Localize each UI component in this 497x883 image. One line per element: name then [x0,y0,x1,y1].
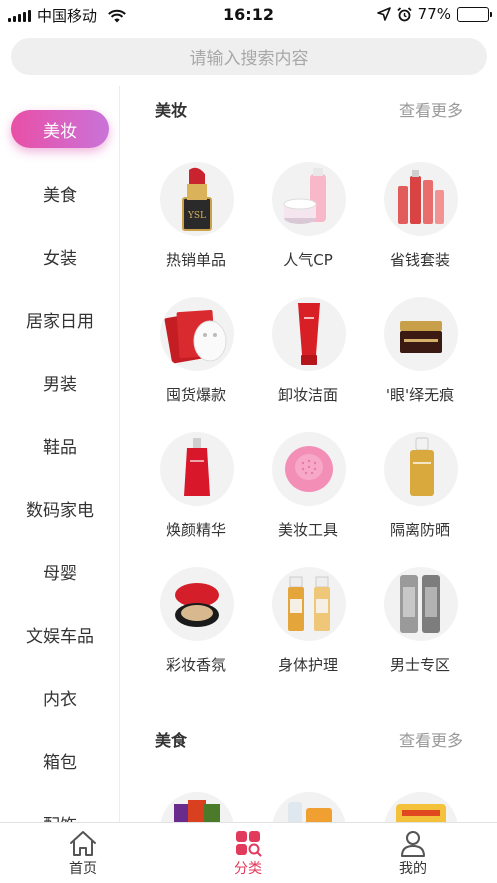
tab-category[interactable]: 分类 [208,829,288,881]
sidebar-item-entertainment-auto[interactable]: 文娱车品 [0,614,119,654]
status-right: 77% [376,5,492,23]
battery-icon [457,6,492,22]
category-label: 省钱套装 [389,251,450,269]
category-cell-sunscreen[interactable]: 隔离防晒 [364,432,476,552]
drinks-icon [272,792,346,822]
category-cell-mens-zone[interactable]: 男士专区 [364,567,476,687]
category-content[interactable]: 美妆 查看更多 YSL 热销单品 人气CP 省钱套装 囤货爆款 卸妆洁面 '眼'… [121,86,497,822]
serum-bottle-icon [160,432,234,506]
user-icon [401,831,425,857]
svg-text:YSL: YSL [187,211,206,221]
sidebar-item-mens-clothing[interactable]: 男装 [0,362,119,402]
face-mask-icon [160,297,234,371]
sidebar-item-baby[interactable]: 母婴 [0,551,119,591]
category-cell-bakery[interactable] [364,792,476,822]
status-bar: 中国移动 16:12 77% [0,0,497,30]
tab-profile[interactable]: 我的 [373,829,453,881]
sidebar-item-bags[interactable]: 箱包 [0,740,119,780]
bottle-set-icon [384,162,458,236]
sidebar-item-beauty[interactable]: 美妆 [11,110,109,148]
category-label: 身体护理 [277,656,338,674]
category-cell-body-care[interactable]: 身体护理 [252,567,364,687]
category-cell-hot-items[interactable]: YSL 热销单品 [140,162,252,282]
body-oil-icon [272,567,346,641]
tab-label: 我的 [399,861,427,877]
category-label: 卸妆洁面 [277,386,338,404]
bottom-tab-bar: 首页 分类 我的 [0,822,497,883]
search-placeholder: 请输入搜索内容 [189,49,309,69]
battery-percent: 77% [417,5,451,23]
category-cell-eye-care[interactable]: '眼'绎无痕 [364,297,476,417]
snack-bags-icon [160,792,234,822]
sidebar-item-food[interactable]: 美食 [0,173,119,213]
mens-skincare-icon [384,567,458,641]
category-cell-essence[interactable]: 焕颜精华 [140,432,252,552]
cleanser-tube-icon [272,297,346,371]
alarm-icon [397,6,412,21]
cushion-compact-icon [160,567,234,641]
sidebar-item-womens-clothing[interactable]: 女装 [0,236,119,276]
sidebar-item-home-goods[interactable]: 居家日用 [0,299,119,339]
cleansing-brush-icon [272,432,346,506]
category-cell-makeup-fragrance[interactable]: 彩妆香氛 [140,567,252,687]
category-label: 囤货爆款 [165,386,226,404]
category-cell-snacks[interactable] [140,792,252,822]
home-icon [70,831,96,856]
bread-icon [384,792,458,822]
category-label: 美妆工具 [277,521,338,539]
tab-home[interactable]: 首页 [43,829,123,881]
eye-cream-icon [384,297,458,371]
category-label: 隔离防晒 [389,521,450,539]
sidebar-item-electronics[interactable]: 数码家电 [0,488,119,528]
category-icon [236,831,262,857]
category-label: '眼'绎无痕 [385,386,455,404]
view-more-link[interactable]: 查看更多 [399,97,463,121]
section-header-beauty: 美妆 查看更多 [155,97,463,121]
tab-label: 首页 [69,861,97,877]
category-cell-popular-cp[interactable]: 人气CP [252,162,364,282]
tab-label: 分类 [234,861,262,877]
category-label: 人气CP [283,251,333,269]
sidebar-item-shoes[interactable]: 鞋品 [0,425,119,465]
section-title: 美食 [155,731,188,750]
category-cell-beauty-tools[interactable]: 美妆工具 [252,432,364,552]
category-cell-makeup-remover[interactable]: 卸妆洁面 [252,297,364,417]
category-label: 男士专区 [389,656,450,674]
view-more-link[interactable]: 查看更多 [399,727,463,751]
category-label: 彩妆香氛 [165,656,226,674]
sunscreen-icon [384,432,458,506]
skincare-set-icon [272,162,346,236]
section-header-food: 美食 查看更多 [155,727,463,751]
location-arrow-icon [376,7,391,21]
lipstick-icon: YSL [160,162,234,236]
search-input[interactable]: 请输入搜索内容 [11,38,487,75]
category-cell-stock-up[interactable]: 囤货爆款 [140,297,252,417]
category-cell-drinks[interactable] [252,792,364,822]
category-cell-value-sets[interactable]: 省钱套装 [364,162,476,282]
sidebar-item-accessories[interactable]: 配饰 [0,803,119,823]
section-title: 美妆 [155,101,188,120]
sidebar-item-underwear[interactable]: 内衣 [0,677,119,717]
category-sidebar[interactable]: 美妆 美食 女装 居家日用 男装 鞋品 数码家电 母婴 文娱车品 内衣 箱包 配… [0,86,120,822]
category-label: 焕颜精华 [165,521,226,539]
category-label: 热销单品 [165,251,226,269]
